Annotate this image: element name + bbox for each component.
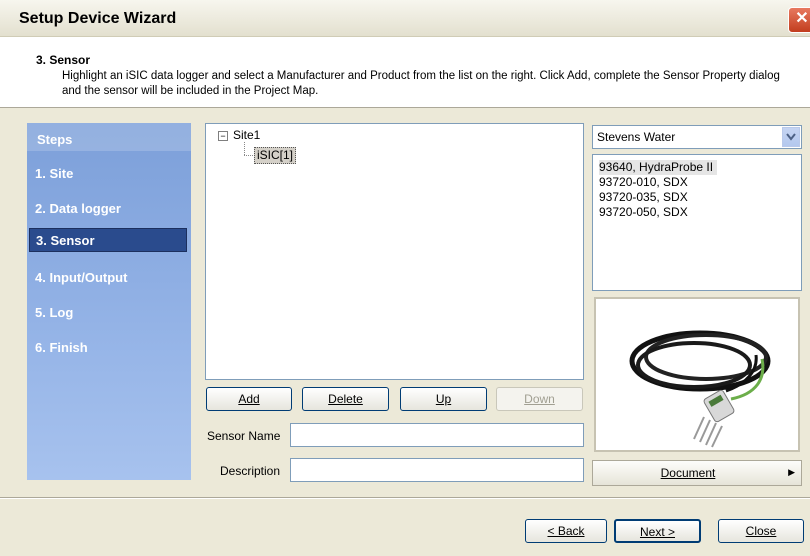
step-data-logger: 2. Data logger (35, 201, 121, 216)
title-bar: Setup Device Wizard ✕ (0, 0, 810, 37)
window-title: Setup Device Wizard (19, 10, 177, 27)
down-button-label: Down (524, 392, 555, 406)
up-button-label: Up (435, 392, 452, 406)
steps-panel: Steps 1. Site 2. Data logger 3. Sensor 4… (27, 123, 191, 480)
add-button-label: Add (238, 392, 260, 406)
tree-node-isic[interactable]: iSIC[1] (254, 147, 297, 164)
product-item[interactable]: 93720-035, SDX (599, 190, 688, 205)
product-item[interactable]: 93720-010, SDX (599, 175, 688, 190)
tree-node-site1[interactable]: Site1 (233, 128, 260, 142)
next-button-label: Next > (639, 525, 675, 539)
page-description: Highlight an iSIC data logger and select… (62, 70, 780, 97)
step-sensor-active: 3. Sensor (29, 228, 187, 252)
down-button[interactable]: Down (496, 387, 583, 411)
step-log: 5. Log (35, 305, 74, 320)
play-arrow-icon: ▶ (788, 467, 795, 477)
step-site: 1. Site (35, 166, 74, 181)
sensor-image-panel (594, 297, 800, 452)
product-item[interactable]: 93640, HydraProbe II (599, 160, 718, 175)
steps-title: Steps (37, 132, 73, 147)
product-item[interactable]: 93720-050, SDX (599, 205, 688, 220)
back-button[interactable]: < Back (525, 519, 607, 543)
wizard-header: 3. Sensor Highlight an iSIC data logger … (0, 37, 810, 108)
wizard-footer: < Back Next > Close (0, 499, 810, 556)
product-list[interactable]: 93640, HydraProbe II 93720-010, SDX 9372… (592, 154, 802, 291)
close-window-button[interactable]: ✕ (788, 7, 810, 33)
close-button[interactable]: Close (718, 519, 804, 543)
tree-connector-horizontal (244, 155, 253, 156)
step-input-output: 4. Input/Output (35, 270, 128, 285)
sensor-name-label: Sensor Name (207, 429, 281, 443)
chevron-down-icon[interactable] (782, 127, 800, 147)
description-label: Description (220, 464, 281, 478)
tree-connector-vertical (244, 142, 245, 155)
tree-collapse-icon[interactable]: − (218, 131, 228, 141)
sensor-name-field[interactable] (290, 423, 584, 447)
manufacturer-selected-value: Stevens Water (597, 130, 676, 144)
delete-button[interactable]: Delete (302, 387, 389, 411)
description-field[interactable] (290, 458, 584, 482)
sensor-image (629, 330, 771, 448)
add-button[interactable]: Add (206, 387, 292, 411)
step-finish: 6. Finish (35, 340, 88, 355)
page-title: 3. Sensor (36, 53, 91, 67)
up-button[interactable]: Up (400, 387, 487, 411)
manufacturer-select[interactable]: Stevens Water (592, 125, 802, 149)
document-button-label: Document (660, 466, 716, 480)
close-icon: ✕ (795, 10, 809, 27)
document-button[interactable]: Document ▶ (592, 460, 802, 486)
delete-button-label: Delete (328, 392, 363, 406)
next-button[interactable]: Next > (614, 519, 701, 543)
close-button-label: Close (745, 524, 777, 538)
back-button-label: < Back (547, 524, 585, 538)
